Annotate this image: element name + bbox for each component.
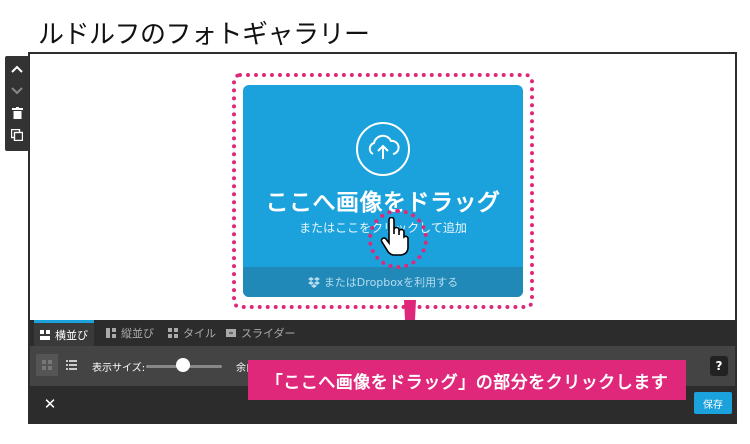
dropbox-option[interactable]: またはDropboxを利用する [243, 267, 523, 297]
tab-slider-label: スライダー [241, 327, 296, 340]
duplicate-icon[interactable] [5, 124, 29, 146]
tab-vertical-label: 縦並び [121, 327, 154, 340]
help-button[interactable]: ? [710, 356, 728, 376]
save-button[interactable]: 保存 [694, 392, 732, 414]
dropbox-icon [307, 276, 320, 288]
tab-tile-label: タイル [183, 327, 216, 340]
list-icon [65, 360, 77, 370]
cloud-upload-icon [355, 121, 411, 177]
tab-horizontal-label: 横並び [55, 328, 88, 342]
instruction-callout: 「ここへ画像をドラッグ」の部分をクリックします [248, 360, 686, 400]
trash-icon[interactable] [5, 102, 29, 124]
tab-horizontal[interactable]: 横並び [34, 320, 94, 346]
chevron-down-icon[interactable] [5, 80, 29, 102]
list-view-button[interactable] [60, 354, 82, 376]
tab-tile[interactable]: タイル [162, 320, 222, 346]
tab-vertical[interactable]: 縦並び [100, 320, 160, 346]
close-button[interactable]: ✕ [40, 394, 60, 414]
dropbox-label: またはDropboxを利用する [323, 276, 459, 289]
vertical-layout-icon [106, 328, 116, 338]
horizontal-layout-icon [40, 329, 50, 340]
page-title: ルドルフのフォトギャラリー [38, 20, 370, 50]
hand-pointer-icon [380, 216, 410, 257]
grid-view-button[interactable] [36, 354, 58, 376]
side-toolbar [5, 56, 29, 151]
chevron-up-icon[interactable] [5, 58, 29, 80]
layout-tab-bar: 横並び 縦並び タイル スライダー [30, 320, 735, 346]
tile-layout-icon [168, 328, 178, 338]
display-size-label: 表示サイズ: [92, 363, 146, 374]
grid-icon [42, 360, 52, 370]
tab-slider[interactable]: スライダー [220, 320, 302, 346]
slider-layout-icon [226, 329, 236, 337]
display-size-slider-knob[interactable] [176, 358, 190, 372]
